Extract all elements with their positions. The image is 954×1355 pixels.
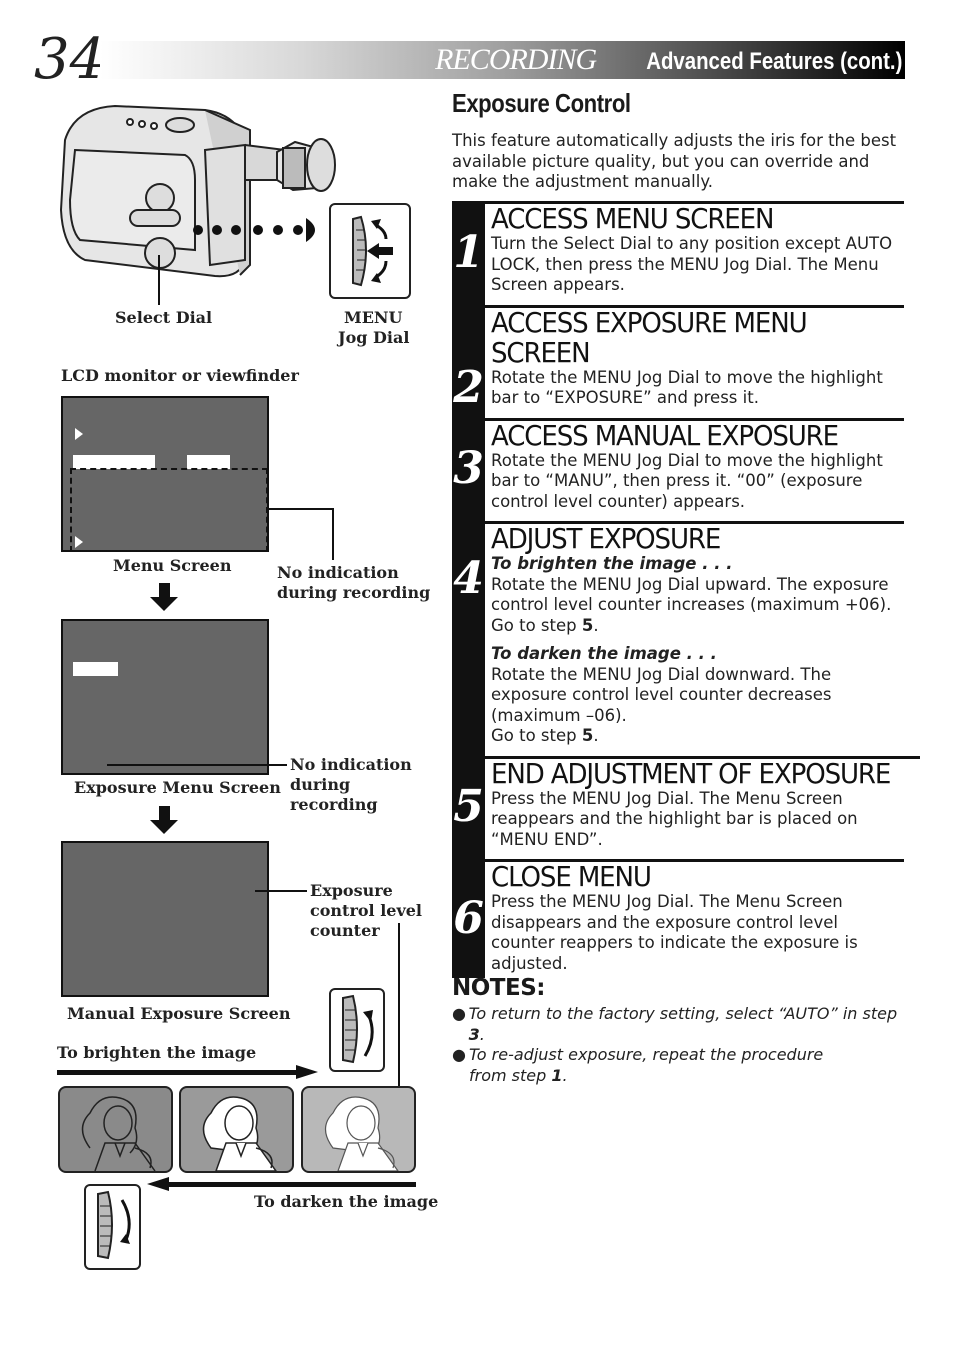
darken-subheading: To darken the image . . . <box>491 644 717 663</box>
select-dial-label: Select Dial <box>115 308 213 327</box>
step-5: 5 END ADJUSTMENT OF EXPOSURE Press the M… <box>452 755 921 859</box>
notes-title: NOTES: <box>452 975 545 1001</box>
step-heading: CLOSE MENU <box>491 860 652 893</box>
note-text: To return to the factory setting, select… <box>468 1004 898 1023</box>
brighten-text: Rotate the MENU Jog Dial upward. The exp… <box>491 574 892 615</box>
jog-dial-up[interactable] <box>329 988 385 1072</box>
step-number: 6 <box>453 892 484 944</box>
steps-list: 1 ACCESS MENU SCREEN Turn the Select Dia… <box>452 201 921 978</box>
jog-dial-down-icon <box>97 1190 131 1260</box>
step-number: 5 <box>453 781 484 833</box>
leader-line <box>255 890 307 892</box>
step-heading: ADJUST EXPOSURE <box>491 522 721 555</box>
header-section: RECORDING <box>435 43 597 76</box>
menu-screen <box>61 396 269 552</box>
leader-line <box>269 508 333 510</box>
step-1: 1 ACCESS MENU SCREEN Turn the Select Dia… <box>452 201 904 305</box>
cursor-icon <box>75 536 83 548</box>
dotted-arrow-icon <box>193 218 315 242</box>
header-subtitle: Advanced Features (cont.) <box>645 48 902 75</box>
section-title: Exposure Control <box>452 88 631 118</box>
exposure-menu-screen <box>61 619 269 775</box>
note-step: 1 <box>551 1065 563 1085</box>
step-6: 6 CLOSE MENU Press the MENU Jog Dial. Th… <box>452 859 904 978</box>
arrow-down-icon <box>159 806 170 820</box>
thumbnail-bright <box>301 1086 416 1173</box>
step-text: Press the MENU Jog Dial. The Menu Screen… <box>491 788 858 849</box>
jog-dial-down[interactable] <box>84 1184 141 1270</box>
arrow-right-icon <box>296 1065 318 1079</box>
menu-label: MENU <box>344 308 403 327</box>
bullet-icon: ● <box>452 1004 466 1023</box>
step-text: Press the MENU Jog Dial. The Menu Screen… <box>491 892 858 973</box>
jog-dial-up-icon <box>342 994 374 1064</box>
step-4: 4 ADJUST EXPOSURE To brighten the image … <box>452 521 904 756</box>
notes-list: ● To return to the factory setting, sele… <box>452 1004 907 1086</box>
thumbnail-dark <box>58 1086 173 1173</box>
bullet-icon: ● <box>452 1045 466 1064</box>
exposure-menu-screen-label: Exposure Menu Screen <box>74 778 281 797</box>
note-step: 3 <box>468 1024 480 1044</box>
menu-jog-dial[interactable] <box>329 203 411 299</box>
step-2: 2 ACCESS EXPOSURE MENU SCREEN Rotate the… <box>452 304 904 418</box>
step-text: Rotate the MENU Jog Dial to move the hig… <box>491 450 883 511</box>
intro-text: This feature automatically adjusts the i… <box>452 131 897 191</box>
step-number: 2 <box>453 361 484 413</box>
counter-label: Exposure control level counter <box>310 881 422 940</box>
jog-dial-label: Jog Dial <box>338 328 410 347</box>
goto-text: Go to step <box>491 615 582 635</box>
highlight-bar <box>187 455 230 469</box>
darken-label: To darken the image <box>254 1192 439 1211</box>
highlight-bar <box>73 455 155 469</box>
step-heading: ACCESS MANUAL EXPOSURE <box>491 418 839 452</box>
note-item: ● To return to the factory setting, sele… <box>452 1004 907 1045</box>
thumbnail-normal <box>179 1086 294 1173</box>
goto-step: 5 <box>581 726 594 745</box>
no-indication-label: No indication during recording <box>290 755 412 814</box>
brighten-label: To brighten the image <box>57 1043 257 1062</box>
goto-step: 5 <box>581 615 594 635</box>
camcorder-icon <box>59 104 336 278</box>
header-title: RECORDING Advanced Features (cont.) <box>435 41 902 79</box>
goto-text: Go to step <box>491 726 582 745</box>
page-number: 34 <box>34 27 106 92</box>
step-number: 4 <box>453 553 484 604</box>
darken-arrow <box>165 1182 416 1187</box>
step-heading: ACCESS EXPOSURE MENU SCREEN <box>491 305 808 369</box>
arrow-down-icon <box>150 820 178 834</box>
woman-portrait-icon <box>81 1096 156 1171</box>
note-end: . <box>479 1024 485 1044</box>
leader-line <box>107 764 287 766</box>
darken-text: Rotate the MENU Jog Dial downward. The e… <box>491 664 832 725</box>
cursor-icon <box>75 428 83 440</box>
note-item: ● To re-adjust exposure, repeat the proc… <box>452 1045 907 1086</box>
note-text: To re-adjust exposure, repeat the proced… <box>469 1045 824 1085</box>
brighten-arrow <box>57 1070 301 1075</box>
no-indication-label: No indication during recording <box>277 563 431 602</box>
dashed-region <box>70 468 268 552</box>
arrow-down-icon <box>150 597 178 611</box>
step-text: Turn the Select Dial to any position exc… <box>491 234 893 294</box>
menu-screen-label: Menu Screen <box>113 556 232 575</box>
step-number: 1 <box>453 226 484 278</box>
jog-dial-rotate-icon <box>352 215 393 287</box>
manual-exposure-screen-label: Manual Exposure Screen <box>67 1004 291 1023</box>
brighten-subheading: To brighten the image . . . <box>491 554 733 573</box>
step-number: 3 <box>453 443 484 495</box>
arrow-down-icon <box>159 583 170 597</box>
highlight-bar <box>73 662 118 676</box>
step-3: 3 ACCESS MANUAL EXPOSURE Rotate the MENU… <box>452 417 904 521</box>
step-text: Rotate the MENU Jog Dial to move the hig… <box>491 367 883 408</box>
leader-line <box>332 508 334 560</box>
select-dial-leader <box>158 255 160 305</box>
step-heading: ACCESS MENU SCREEN <box>491 202 774 235</box>
lcd-label: LCD monitor or viewfinder <box>61 366 299 385</box>
step-heading: END ADJUSTMENT OF EXPOSURE <box>491 756 891 790</box>
note-end: . <box>562 1065 568 1085</box>
woman-portrait-icon <box>324 1096 399 1171</box>
woman-portrait-icon <box>202 1096 277 1171</box>
manual-exposure-screen <box>61 841 269 997</box>
